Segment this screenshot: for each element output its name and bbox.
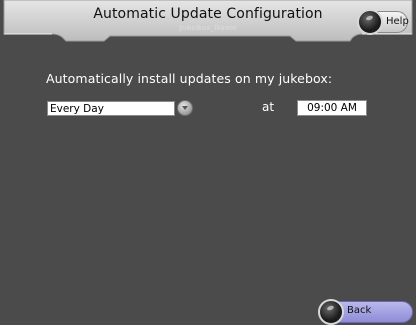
help-button[interactable]: Help	[357, 9, 409, 35]
header-bar: Automatic Update Configuration JukeBox_N…	[0, 0, 416, 44]
back-knob-icon	[318, 299, 344, 325]
time-field[interactable]: 09:00 AM	[297, 100, 367, 116]
back-label: Back	[347, 305, 372, 316]
time-value: 09:00 AM	[307, 102, 357, 114]
frequency-value: Every Day	[50, 103, 104, 115]
update-config-screen: Automatic Update Configuration JukeBox_N…	[0, 0, 416, 325]
update-prompt: Automatically install updates on my juke…	[46, 71, 333, 86]
jukebox-name: JukeBox_Name	[179, 24, 237, 32]
page-title: Automatic Update Configuration	[93, 6, 323, 22]
chevron-down-icon	[182, 106, 188, 110]
help-knob-icon	[357, 9, 383, 35]
help-label: Help	[386, 16, 409, 27]
frequency-select[interactable]: Every Day	[47, 101, 175, 116]
at-label: at	[262, 100, 275, 114]
frequency-dropdown-button[interactable]	[177, 100, 193, 116]
